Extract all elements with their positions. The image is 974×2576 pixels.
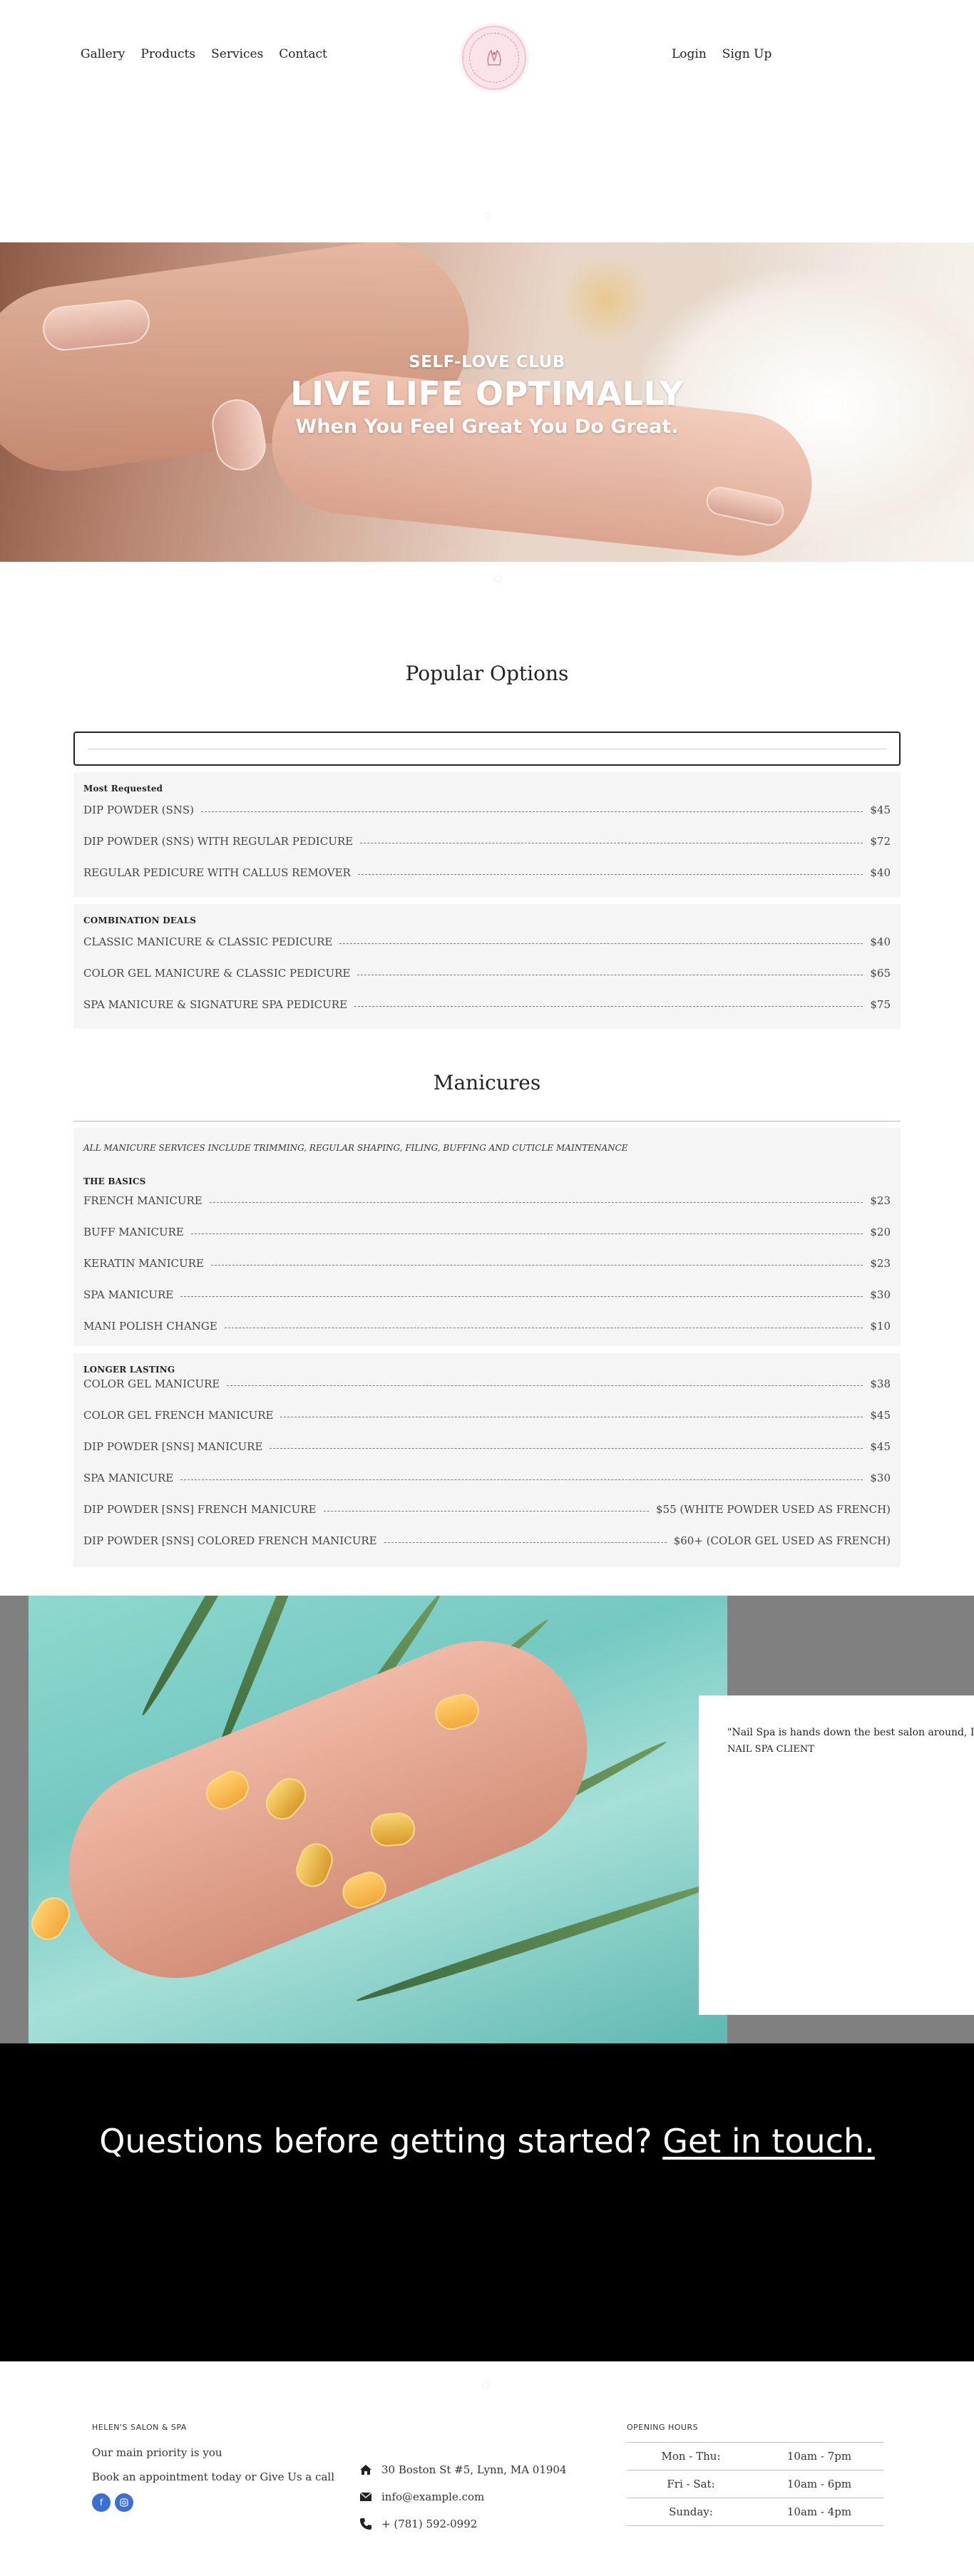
footer-about: HELEN'S SALON & SPA Our main priority is… [92,2423,334,2512]
social-links: f [92,2493,334,2512]
menu-item: SPA MANICURE & SIGNATURE SPA PEDICURE $75 [83,998,891,1011]
contact-cta-section: Questions before getting started? Get in… [0,2043,974,2361]
hours-time: 10am - 7pm [755,2442,883,2470]
phone-row: + (781) 592-0992 [359,2510,567,2537]
footer-tagline: Our main priority is you [92,2446,222,2459]
login-link[interactable]: Login [672,47,707,61]
nav-gallery-link[interactable]: Gallery [81,47,125,61]
envelope-icon [359,2492,372,2501]
site-footer: HELEN'S SALON & SPA Our main priority is… [0,2361,974,2576]
menu-item: REGULAR PEDICURE WITH CALLUS REMOVER $40 [83,866,891,879]
opening-hours: OPENING HOURS Mon - Thu: 10am - 7pm Fri … [627,2423,883,2526]
opening-hours-title: OPENING HOURS [627,2423,699,2432]
manicures-title: Manicures [433,1071,541,1094]
menu-item: DIP POWDER [SNS] COLORED FRENCH MANICURE… [83,1534,891,1547]
menu-item: CLASSIC MANICURE & CLASSIC PEDICURE $40 [83,935,891,948]
group-title: LONGER LASTING [83,1365,175,1375]
group-title: THE BASICS [83,1176,146,1186]
table-row: Mon - Thu: 10am - 7pm [627,2442,883,2470]
signup-link[interactable]: Sign Up [722,47,772,61]
nav-products-link[interactable]: Products [140,47,195,61]
menu-item: SPA MANICURE $30 [83,1288,891,1301]
menu-item: BUFF MANICURE $20 [83,1226,891,1238]
menu-item: COLOR GEL FRENCH MANICURE $45 [83,1409,891,1422]
cta-text: Questions before getting started? [99,2122,652,2160]
popular-options-title: Popular Options [405,662,569,685]
salon-logo[interactable] [462,26,526,90]
section-divider [73,1121,901,1122]
get-in-touch-link[interactable]: Get in touch. [662,2122,875,2160]
scroll-indicator [495,575,502,583]
menu-item: COLOR GEL MANICURE $38 [83,1377,891,1390]
menu-item: DIP POWDER (SNS) $45 [83,804,891,816]
menu-item: SPA MANICURE $30 [83,1472,891,1484]
menu-item: COLOR GEL MANICURE & CLASSIC PEDICURE $65 [83,967,891,980]
manicure-note: ALL MANICURE SERVICES INCLUDE TRIMMING, … [83,1143,628,1153]
site-header: Gallery Products Services Contact Login … [0,0,974,242]
menu-item: DIP POWDER [SNS] FRENCH MANICURE $55 (WHI… [83,1503,891,1516]
nav-contact-link[interactable]: Contact [279,47,327,61]
hours-day: Sunday: [627,2498,755,2526]
manicured-hand-image [29,1596,727,2043]
table-row: Sunday: 10am - 4pm [627,2498,883,2526]
group-title: Most Requested [83,784,163,794]
phone-icon [360,2518,371,2530]
phone-link[interactable]: + (781) 592-0992 [381,2518,477,2530]
testimonial-quote: "Nail Spa is hands down the best salon a… [727,1727,974,1738]
scroll-indicator [482,2381,489,2388]
table-row: Fri - Sat: 10am - 6pm [627,2470,883,2498]
hours-table: Mon - Thu: 10am - 7pm Fri - Sat: 10am - … [627,2442,883,2526]
facebook-icon[interactable]: f [92,2493,111,2512]
testimonial-section: "Nail Spa is hands down the best salon a… [0,1596,974,2043]
hero-title: LIVE LIFE OPTIMALLY [290,374,684,413]
scroll-indicator [485,212,491,218]
footer-booking-text: Book an appointment today or Give Us a c… [92,2470,335,2483]
hours-time: 10am - 4pm [755,2498,883,2526]
nav-services-link[interactable]: Services [211,47,263,61]
most-requested-group: Most Requested DIP POWDER (SNS) $45 DIP P… [73,772,901,897]
hands-logo-icon [487,49,501,66]
menu-tab-bar[interactable] [73,732,901,766]
address-text: 30 Boston St #5, Lynn, MA 01904 [381,2463,567,2476]
testimonial-card: "Nail Spa is hands down the best salon a… [699,1695,974,2015]
combination-deals-group: COMBINATION DEALS CLASSIC MANICURE & CLA… [73,904,901,1029]
footer-contact: 30 Boston St #5, Lynn, MA 01904 info@exa… [359,2456,567,2537]
email-row: info@example.com [359,2483,567,2510]
menu-item: MANI POLISH CHANGE $10 [83,1320,891,1333]
basics-group: ALL MANICURE SERVICES INCLUDE TRIMMING, … [73,1128,901,1346]
account-nav: Login Sign Up [672,47,771,61]
menu-item: FRENCH MANICURE $23 [83,1194,891,1207]
hours-day: Fri - Sat: [627,2470,755,2498]
hero-banner: SELF-LOVE CLUB LIVE LIFE OPTIMALLY When … [0,242,974,562]
hero-subtitle: When You Feel Great You Do Great. [295,416,679,438]
group-title: COMBINATION DEALS [83,915,197,925]
longer-lasting-group: LONGER LASTING COLOR GEL MANICURE $38 COL… [73,1353,901,1567]
instagram-icon[interactable] [115,2493,133,2512]
menu-item: DIP POWDER (SNS) WITH REGULAR PEDICURE $7… [83,835,891,848]
address-row: 30 Boston St #5, Lynn, MA 01904 [359,2456,567,2483]
hours-day: Mon - Thu: [627,2442,755,2470]
menu-item: DIP POWDER [SNS] MANICURE $45 [83,1440,891,1453]
main-nav: Gallery Products Services Contact [81,47,327,61]
email-link[interactable]: info@example.com [381,2490,484,2503]
hours-time: 10am - 6pm [755,2470,883,2498]
testimonial-author: NAIL SPA CLIENT [727,1744,814,1755]
hero-kicker: SELF-LOVE CLUB [409,353,565,371]
home-icon [360,2465,371,2475]
footer-brand: HELEN'S SALON & SPA [92,2423,187,2432]
menu-item: KERATIN MANICURE $23 [83,1257,891,1270]
